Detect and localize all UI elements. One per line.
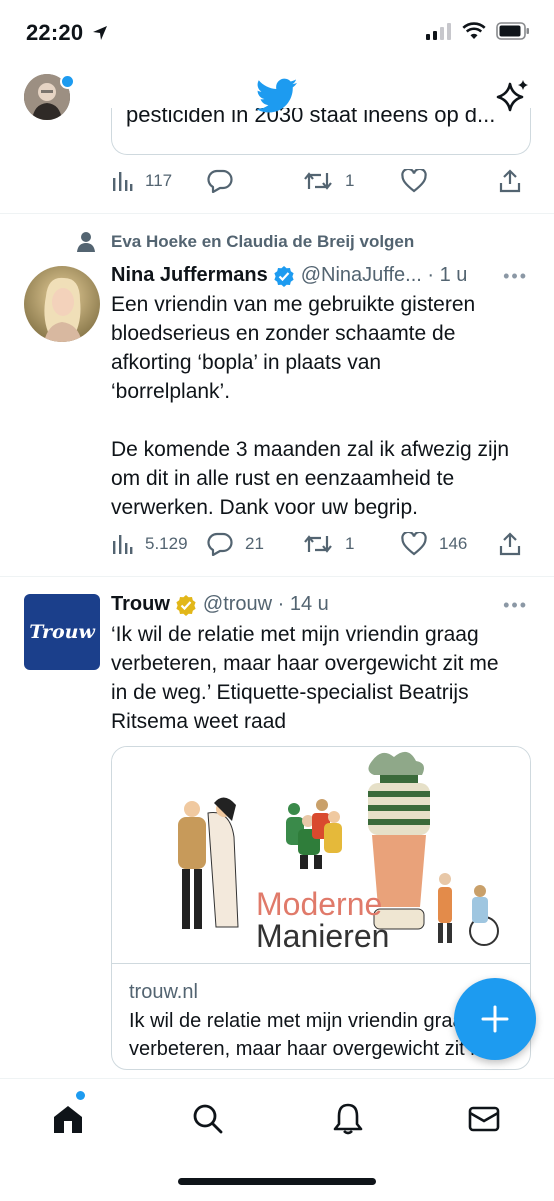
heart-icon xyxy=(401,169,427,193)
heart-icon xyxy=(401,532,427,556)
reply-count: 21 xyxy=(245,534,264,553)
divider xyxy=(0,576,554,577)
illustration-figures: Moderne Manieren xyxy=(178,751,499,954)
nav-notifications[interactable] xyxy=(328,1099,368,1139)
nav-search[interactable] xyxy=(188,1099,228,1139)
share-icon xyxy=(499,532,521,556)
divider xyxy=(0,213,554,214)
views-action[interactable]: 5.129 xyxy=(111,533,207,555)
views-action[interactable]: 117 xyxy=(111,170,207,192)
retweet-icon xyxy=(304,535,332,553)
author-handle[interactable]: @trouw · 14 u xyxy=(203,593,329,616)
more-options-button[interactable]: ••• xyxy=(503,266,528,287)
verified-badge-icon xyxy=(274,265,294,287)
analytics-icon xyxy=(113,172,133,191)
link-domain: trouw.nl xyxy=(129,981,198,1003)
retweet-icon xyxy=(304,172,332,190)
views-count: 117 xyxy=(145,171,173,190)
person-icon xyxy=(77,232,95,252)
nav-home[interactable] xyxy=(48,1099,88,1139)
trouw-logo-text: Trouw xyxy=(29,621,95,643)
author-name[interactable]: Trouw xyxy=(111,593,170,616)
views-count: 5.129 xyxy=(145,534,188,553)
home-icon xyxy=(54,1106,82,1133)
illustration-title-1: Moderne xyxy=(256,886,382,922)
verified-gold-badge-icon xyxy=(176,594,196,616)
nav-messages[interactable] xyxy=(464,1099,504,1139)
reply-action[interactable] xyxy=(207,169,303,193)
share-icon xyxy=(499,169,521,193)
status-icons xyxy=(426,22,530,40)
battery-icon xyxy=(496,22,529,40)
home-indicator xyxy=(178,1178,376,1185)
trouw-avatar[interactable]: Trouw xyxy=(24,594,100,670)
reply-action[interactable]: 21 xyxy=(207,532,303,556)
bell-icon xyxy=(333,1103,363,1135)
plus-icon xyxy=(481,1005,509,1033)
notification-dot xyxy=(60,74,75,89)
cellular-signal-icon xyxy=(426,23,451,40)
like-action[interactable] xyxy=(401,169,499,193)
sparkle-icon[interactable] xyxy=(496,78,530,114)
compose-tweet-button[interactable] xyxy=(454,978,536,1060)
nina-avatar[interactable] xyxy=(24,266,100,342)
tweet2-header: Trouw @trouw · 14 u xyxy=(111,593,329,616)
top-tweet-actions: 117 1 xyxy=(111,166,531,196)
tweet2-text: ‘Ik wil de relatie met mijn vriendin gra… xyxy=(111,623,499,733)
author-handle[interactable]: @NinaJuffe... · 1 u xyxy=(301,264,468,287)
share-action[interactable] xyxy=(499,169,521,193)
status-bar: 22:20 xyxy=(0,0,554,66)
mail-icon xyxy=(468,1106,500,1132)
more-options-button[interactable]: ••• xyxy=(503,595,528,616)
like-action[interactable]: 146 xyxy=(401,532,499,556)
reply-icon xyxy=(207,169,233,193)
author-name[interactable]: Nina Juffermans xyxy=(111,264,268,287)
article-illustration: Moderne Manieren xyxy=(112,747,530,964)
tweet1-header: Nina Juffermans @NinaJuffe... · 1 u xyxy=(111,264,467,287)
retweet-count: 1 xyxy=(345,534,355,553)
location-arrow-icon xyxy=(92,26,107,40)
top-header xyxy=(0,66,554,128)
retweet-count: 1 xyxy=(345,171,355,190)
tweet1-actions: 5.129 21 1 146 xyxy=(111,529,531,559)
twitter-logo-icon[interactable] xyxy=(256,78,298,114)
like-count: 146 xyxy=(439,534,468,553)
social-context[interactable]: Eva Hoeke en Claudia de Breij volgen xyxy=(111,232,414,252)
retweet-action[interactable]: 1 xyxy=(303,533,401,555)
search-icon xyxy=(193,1104,223,1134)
wifi-icon xyxy=(462,22,486,39)
share-action[interactable] xyxy=(499,532,521,556)
reply-icon xyxy=(207,532,233,556)
tweet1-text: Een vriendin van me gebruikte gisteren b… xyxy=(111,293,510,519)
home-notification-dot xyxy=(76,1091,85,1100)
illustration-title-2: Manieren xyxy=(256,918,389,954)
analytics-icon xyxy=(113,535,133,554)
status-time: 22:20 xyxy=(26,20,108,46)
retweet-action[interactable]: 1 xyxy=(303,170,401,192)
